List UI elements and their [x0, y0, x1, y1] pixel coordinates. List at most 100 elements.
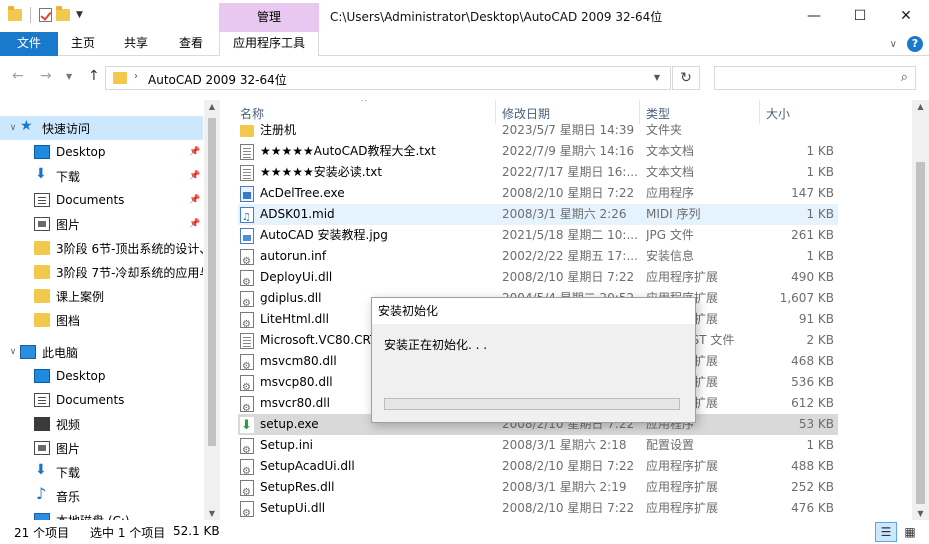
file-size-cell: 488 KB: [791, 459, 834, 473]
expand-chevron-icon[interactable]: ∨: [6, 123, 20, 133]
refresh-icon[interactable]: ↻: [672, 66, 700, 90]
expand-ribbon-chevron-icon[interactable]: ∨: [890, 39, 897, 50]
table-row[interactable]: AcDelTree.exe 2008/2/10 星期日 7:22 应用程序 147 K…: [238, 183, 838, 204]
sidebar-item[interactable]: 音乐: [0, 484, 203, 508]
desktop-icon: [34, 145, 50, 159]
pin-icon[interactable]: 📌: [187, 195, 203, 205]
file-name-cell: ADSK01.mid: [240, 204, 494, 225]
expand-chevron-icon[interactable]: ∨: [6, 347, 20, 357]
sidebar-item[interactable]: Desktop: [0, 364, 203, 388]
file-name-cell: SetupAcadUi.dll: [240, 456, 494, 477]
file-date-cell: 2002/2/22 星期五 17:...: [502, 249, 638, 263]
dll-file-icon: [240, 311, 254, 330]
dll-file-icon: [240, 500, 254, 519]
sidebar-item[interactable]: 图片: [0, 436, 203, 460]
scroll-down-arrow-icon[interactable]: ▼: [204, 509, 220, 518]
close-button[interactable]: ✕: [883, 0, 929, 32]
folder-icon[interactable]: [8, 6, 22, 21]
table-row[interactable]: ADSK01.mid 2008/3/1 星期六 2:26 MIDI 序列 1 KB: [238, 204, 838, 225]
window-title: C:\Users\Administrator\Desktop\AutoCAD 2…: [330, 10, 663, 24]
sidebar-item[interactable]: 课上案例: [0, 284, 203, 308]
scroll-up-arrow-icon[interactable]: ▲: [204, 102, 220, 111]
sidebar-item-label: 音乐: [56, 489, 81, 504]
sidebar-item[interactable]: 视频: [0, 412, 203, 436]
table-row[interactable]: autorun.inf 2002/2/22 星期五 17:... 安装信息 1 KB: [238, 246, 838, 267]
sidebar-item[interactable]: 下载 📌: [0, 164, 203, 188]
txt-file-icon: [240, 332, 254, 349]
table-row[interactable]: AutoCAD 安装教程.jpg 2021/5/18 星期二 10:... JPG …: [238, 225, 838, 246]
dll-file-icon: [240, 248, 254, 267]
file-type-cell: 应用程序扩展: [646, 480, 719, 494]
ini-file-icon: [240, 437, 254, 456]
sidebar-item[interactable]: ∨ 此电脑: [0, 340, 203, 364]
file-size-cell: 147 KB: [791, 186, 834, 200]
music-icon: [34, 484, 50, 503]
breadcrumb-current-folder[interactable]: AutoCAD 2009 32-64位: [148, 71, 287, 88]
forward-arrow-icon[interactable]: →: [40, 68, 52, 84]
pin-icon[interactable]: 📌: [187, 147, 203, 157]
scroll-up-arrow-icon[interactable]: ▲: [912, 102, 929, 111]
manage-contextual-tab[interactable]: 管理: [219, 3, 319, 32]
table-row[interactable]: 注册机 2023/5/7 星期日 14:39 文件夹: [238, 120, 838, 141]
sidebar-item[interactable]: ∨ 快速访问: [0, 116, 203, 140]
file-type-cell: 安装信息: [646, 249, 695, 263]
table-row[interactable]: SetupAcadUi.dll 2008/2/10 星期日 7:22 应用程序扩展 4…: [238, 456, 838, 477]
download-icon: [34, 166, 50, 183]
address-history-chevron-icon[interactable]: ▼: [654, 73, 660, 82]
address-bar[interactable]: › AutoCAD 2009 32-64位 ▼: [105, 66, 671, 90]
file-type-cell: JPG 文件: [646, 228, 694, 242]
navigation-scrollbar[interactable]: ▲ ▼: [204, 100, 220, 520]
sidebar-item-label: Desktop: [56, 369, 106, 383]
help-icon[interactable]: ?: [907, 36, 923, 52]
table-row[interactable]: SetupUi.dll 2008/2/10 星期日 7:22 应用程序扩展 476 K…: [238, 498, 838, 519]
midi-file-icon: [240, 206, 254, 225]
file-type-cell: 文本文档: [646, 165, 695, 179]
details-view-icon[interactable]: ☰: [875, 522, 897, 542]
documents-icon: [34, 393, 50, 407]
sidebar-item[interactable]: 图档: [0, 308, 203, 332]
sidebar-item[interactable]: 图片 📌: [0, 212, 203, 236]
customize-toolbar-chevron-icon[interactable]: ▼: [76, 10, 83, 20]
up-arrow-icon[interactable]: ↑: [88, 68, 100, 84]
dialog-title: 安装初始化: [372, 298, 695, 324]
sidebar-item[interactable]: 3阶段 6节-顶出系统的设计、: [0, 236, 203, 260]
tab-home[interactable]: 主页: [58, 32, 108, 56]
file-type-cell: 配置设置: [646, 438, 695, 452]
minimize-button[interactable]: —: [791, 0, 837, 32]
sidebar-item[interactable]: Documents 📌: [0, 188, 203, 212]
file-name: AutoCAD 安装教程.jpg: [260, 228, 388, 242]
tab-application-tools[interactable]: 应用程序工具: [219, 32, 319, 56]
tab-view[interactable]: 查看: [164, 32, 218, 56]
tab-file[interactable]: 文件: [0, 32, 58, 56]
sidebar-item[interactable]: Documents: [0, 388, 203, 412]
documents-icon: [34, 193, 50, 207]
file-date-cell: 2008/2/10 星期日 7:22: [502, 501, 635, 515]
pin-icon[interactable]: 📌: [187, 171, 203, 181]
pin-icon[interactable]: 📌: [187, 219, 203, 229]
maximize-button[interactable]: ☐: [837, 0, 883, 32]
status-bar: 21 个项目 选中 1 个项目 52.1 KB ☰ ▦: [0, 520, 929, 544]
back-arrow-icon[interactable]: ←: [12, 68, 24, 84]
table-row[interactable]: DeployUi.dll 2008/2/10 星期日 7:22 应用程序扩展 490 …: [238, 267, 838, 288]
recent-locations-chevron-icon[interactable]: ▼: [66, 72, 72, 81]
scrollbar-thumb[interactable]: [208, 118, 216, 446]
file-list-scrollbar[interactable]: ▲ ▼: [912, 100, 929, 520]
sidebar-item[interactable]: 本地磁盘 (C:): [0, 508, 203, 520]
properties-check-icon[interactable]: [39, 8, 52, 22]
sidebar-item[interactable]: 下载: [0, 460, 203, 484]
large-icons-view-icon[interactable]: ▦: [899, 522, 921, 542]
search-input[interactable]: ⌕: [714, 66, 916, 90]
breadcrumb-chevron-icon[interactable]: ›: [134, 71, 138, 82]
table-row[interactable]: ★★★★★AutoCAD教程大全.txt 2022/7/9 星期六 14:16 文本…: [238, 141, 838, 162]
file-name-cell: AcDelTree.exe: [240, 183, 494, 204]
table-row[interactable]: Setup.ini 2008/3/1 星期六 2:18 配置设置 1 KB: [238, 435, 838, 456]
sidebar-item[interactable]: Desktop 📌: [0, 140, 203, 164]
tab-share[interactable]: 共享: [108, 32, 164, 56]
new-folder-icon[interactable]: [56, 6, 70, 21]
table-row[interactable]: SetupRes.dll 2008/3/1 星期六 2:19 应用程序扩展 252 K…: [238, 477, 838, 498]
sidebar-item[interactable]: 3阶段 7节-冷却系统的应用与: [0, 260, 203, 284]
table-row[interactable]: ★★★★★安装必读.txt 2022/7/17 星期日 16:... 文本文档 1 K…: [238, 162, 838, 183]
scroll-down-arrow-icon[interactable]: ▼: [912, 509, 929, 518]
file-type-cell: MIDI 序列: [646, 207, 701, 221]
scrollbar-thumb[interactable]: [916, 162, 925, 504]
